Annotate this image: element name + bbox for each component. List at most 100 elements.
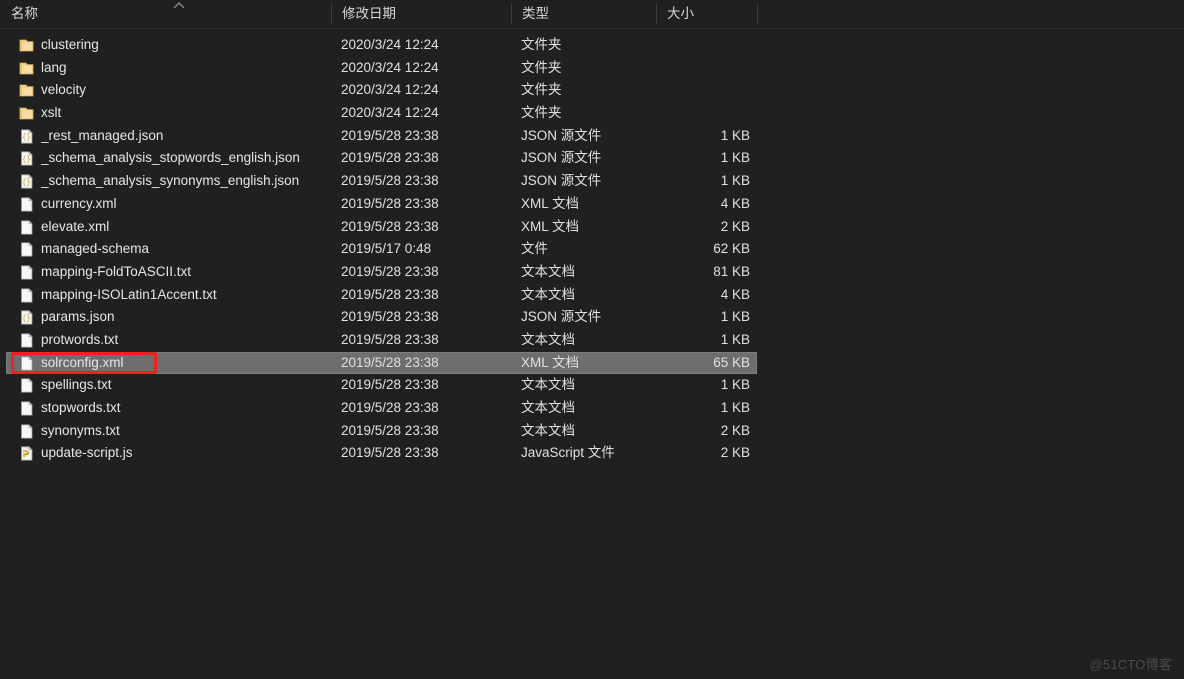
file-size-cell: 4 KB <box>720 286 750 302</box>
file-size-cell: 1 KB <box>720 400 750 415</box>
file-row[interactable]: xslt 2020/3/24 12:24 文件夹 <box>0 102 1184 125</box>
file-size-cell: 81 KB <box>713 263 750 279</box>
file-date-cell: 2020/3/24 12:24 <box>341 105 439 121</box>
file-name-cell: spellings.txt <box>41 377 112 393</box>
svg-text:{}: {} <box>22 155 31 164</box>
file-size-cell: 2 KB <box>720 422 750 438</box>
folder-icon <box>18 82 35 99</box>
column-header-row: 名称 修改日期 类型 大小 <box>0 0 1184 29</box>
file-row[interactable]: stopwords.txt 2019/5/28 23:38 文本文档 1 KB <box>0 397 1184 420</box>
file-row[interactable]: {} _rest_managed.json 2019/5/28 23:38 JSON … <box>0 125 1184 148</box>
file-date-cell: 2019/5/28 23:38 <box>341 173 439 189</box>
json-file-icon: {} <box>18 150 35 167</box>
file-name-cell: synonyms.txt <box>41 422 120 438</box>
file-size-cell: 1 KB <box>720 377 750 393</box>
file-date-cell: 2019/5/28 23:38 <box>341 150 439 166</box>
file-row[interactable]: velocity 2020/3/24 12:24 文件夹 <box>0 79 1184 102</box>
file-type-cell: XML 文档 <box>521 218 580 234</box>
file-date-cell: 2019/5/28 23:38 <box>341 377 439 393</box>
text-file-icon <box>18 377 35 394</box>
file-size-cell <box>646 57 750 80</box>
file-date-cell: 2019/5/28 23:38 <box>341 309 439 325</box>
file-name-cell: xslt <box>41 105 62 121</box>
column-header-name[interactable]: 名称 <box>0 0 331 28</box>
text-file-icon <box>18 423 35 440</box>
file-type-cell: JSON 源文件 <box>521 309 602 325</box>
file-row[interactable]: spellings.txt 2019/5/28 23:38 文本文档 1 KB <box>0 374 1184 397</box>
file-size-cell: 2 KB <box>720 445 750 461</box>
file-row[interactable]: mapping-ISOLatin1Accent.txt 2019/5/28 23:… <box>0 284 1184 307</box>
file-type-cell: XML 文档 <box>521 195 580 211</box>
file-type-cell: 文本文档 <box>521 331 575 347</box>
file-name-cell: protwords.txt <box>41 331 119 347</box>
file-type-cell: 文件 <box>521 241 548 257</box>
file-size-cell: 62 KB <box>713 241 750 257</box>
file-row[interactable]: {} _schema_analysis_stopwords_english.jso… <box>0 147 1184 170</box>
folder-icon <box>18 60 35 77</box>
file-row[interactable]: currency.xml 2019/5/28 23:38 XML 文档 4 KB <box>0 193 1184 216</box>
file-row[interactable]: protwords.txt 2019/5/28 23:38 文本文档 1 KB <box>0 329 1184 352</box>
file-row[interactable]: clustering 2020/3/24 12:24 文件夹 <box>0 34 1184 57</box>
js-file-icon <box>18 445 35 462</box>
file-size-cell: 65 KB <box>713 354 750 370</box>
column-header-type[interactable]: 类型 <box>511 0 656 28</box>
file-type-cell: JSON 源文件 <box>521 127 602 143</box>
file-type-cell: 文件夹 <box>521 82 562 98</box>
text-file-icon <box>18 287 35 304</box>
file-size-cell <box>646 102 750 125</box>
file-name-cell: _schema_analysis_stopwords_english.json <box>41 150 300 166</box>
file-size-cell: 4 KB <box>720 195 750 211</box>
file-type-cell: 文本文档 <box>521 263 575 279</box>
file-row[interactable]: lang 2020/3/24 12:24 文件夹 <box>0 57 1184 80</box>
file-name-cell: managed-schema <box>41 241 150 257</box>
column-divider-4[interactable] <box>757 4 758 24</box>
file-date-cell: 2019/5/28 23:38 <box>341 218 439 234</box>
file-name-cell: update-script.js <box>41 445 133 461</box>
json-file-icon: {} <box>18 173 35 190</box>
xml-file-icon <box>18 219 35 236</box>
text-file-icon <box>18 332 35 349</box>
watermark-text: @51CTO博客 <box>1089 657 1172 672</box>
column-header-size[interactable]: 大小 <box>656 0 757 28</box>
file-date-cell: 2019/5/28 23:38 <box>341 286 439 302</box>
file-row[interactable]: mapping-FoldToASCII.txt 2019/5/28 23:38 文本… <box>0 261 1184 284</box>
column-header-date-modified[interactable]: 修改日期 <box>331 0 511 28</box>
json-file-icon: {} <box>18 309 35 326</box>
file-size-cell: 1 KB <box>720 173 750 189</box>
file-date-cell: 2019/5/28 23:38 <box>341 263 439 279</box>
file-row[interactable]: elevate.xml 2019/5/28 23:38 XML 文档 2 KB <box>0 216 1184 239</box>
file-date-cell: 2020/3/24 12:24 <box>341 82 439 98</box>
file-type-cell: 文件夹 <box>521 59 562 75</box>
file-row[interactable]: update-script.js 2019/5/28 23:38 JavaScrip… <box>0 442 1184 465</box>
file-type-cell: XML 文档 <box>521 354 580 370</box>
file-size-cell: 1 KB <box>720 127 750 143</box>
file-date-cell: 2019/5/28 23:38 <box>341 445 439 461</box>
generic-file-icon <box>18 241 35 258</box>
file-size-cell: 1 KB <box>720 331 750 347</box>
sort-ascending-icon <box>171 1 187 10</box>
xml-file-icon <box>18 196 35 213</box>
file-date-cell: 2019/5/28 23:38 <box>341 422 439 438</box>
file-date-cell: 2019/5/28 23:38 <box>341 195 439 211</box>
svg-text:{}: {} <box>22 132 31 141</box>
file-row[interactable]: {} params.json 2019/5/28 23:38 JSON 源文件 1 KB <box>0 306 1184 329</box>
file-size-cell: 1 KB <box>720 150 750 166</box>
file-name-cell: params.json <box>41 309 115 325</box>
svg-text:{}: {} <box>22 314 31 323</box>
file-row[interactable]: managed-schema 2019/5/17 0:48 文件 62 KB <box>0 238 1184 261</box>
file-row[interactable]: {} _schema_analysis_synonyms_english.json… <box>0 170 1184 193</box>
file-row[interactable]: synonyms.txt 2019/5/28 23:38 文本文档 2 KB <box>0 420 1184 443</box>
file-name-cell: mapping-ISOLatin1Accent.txt <box>41 286 217 302</box>
file-date-cell: 2019/5/28 23:38 <box>341 400 439 415</box>
file-row[interactable]: solrconfig.xml 2019/5/28 23:38 XML 文档 65 KB <box>0 351 1184 375</box>
file-date-cell: 2019/5/28 23:38 <box>341 331 439 347</box>
file-date-cell: 2020/3/24 12:24 <box>341 59 439 75</box>
file-name-cell: currency.xml <box>41 195 117 211</box>
svg-text:{}: {} <box>22 178 31 187</box>
file-size-cell: 2 KB <box>720 218 750 234</box>
file-list[interactable]: clustering 2020/3/24 12:24 文件夹 lang 2020/3/2… <box>0 34 1184 465</box>
file-date-cell: 2019/5/28 23:38 <box>341 127 439 143</box>
file-type-cell: 文本文档 <box>521 422 575 438</box>
file-type-cell: 文件夹 <box>521 37 562 52</box>
file-type-cell: JSON 源文件 <box>521 150 602 166</box>
